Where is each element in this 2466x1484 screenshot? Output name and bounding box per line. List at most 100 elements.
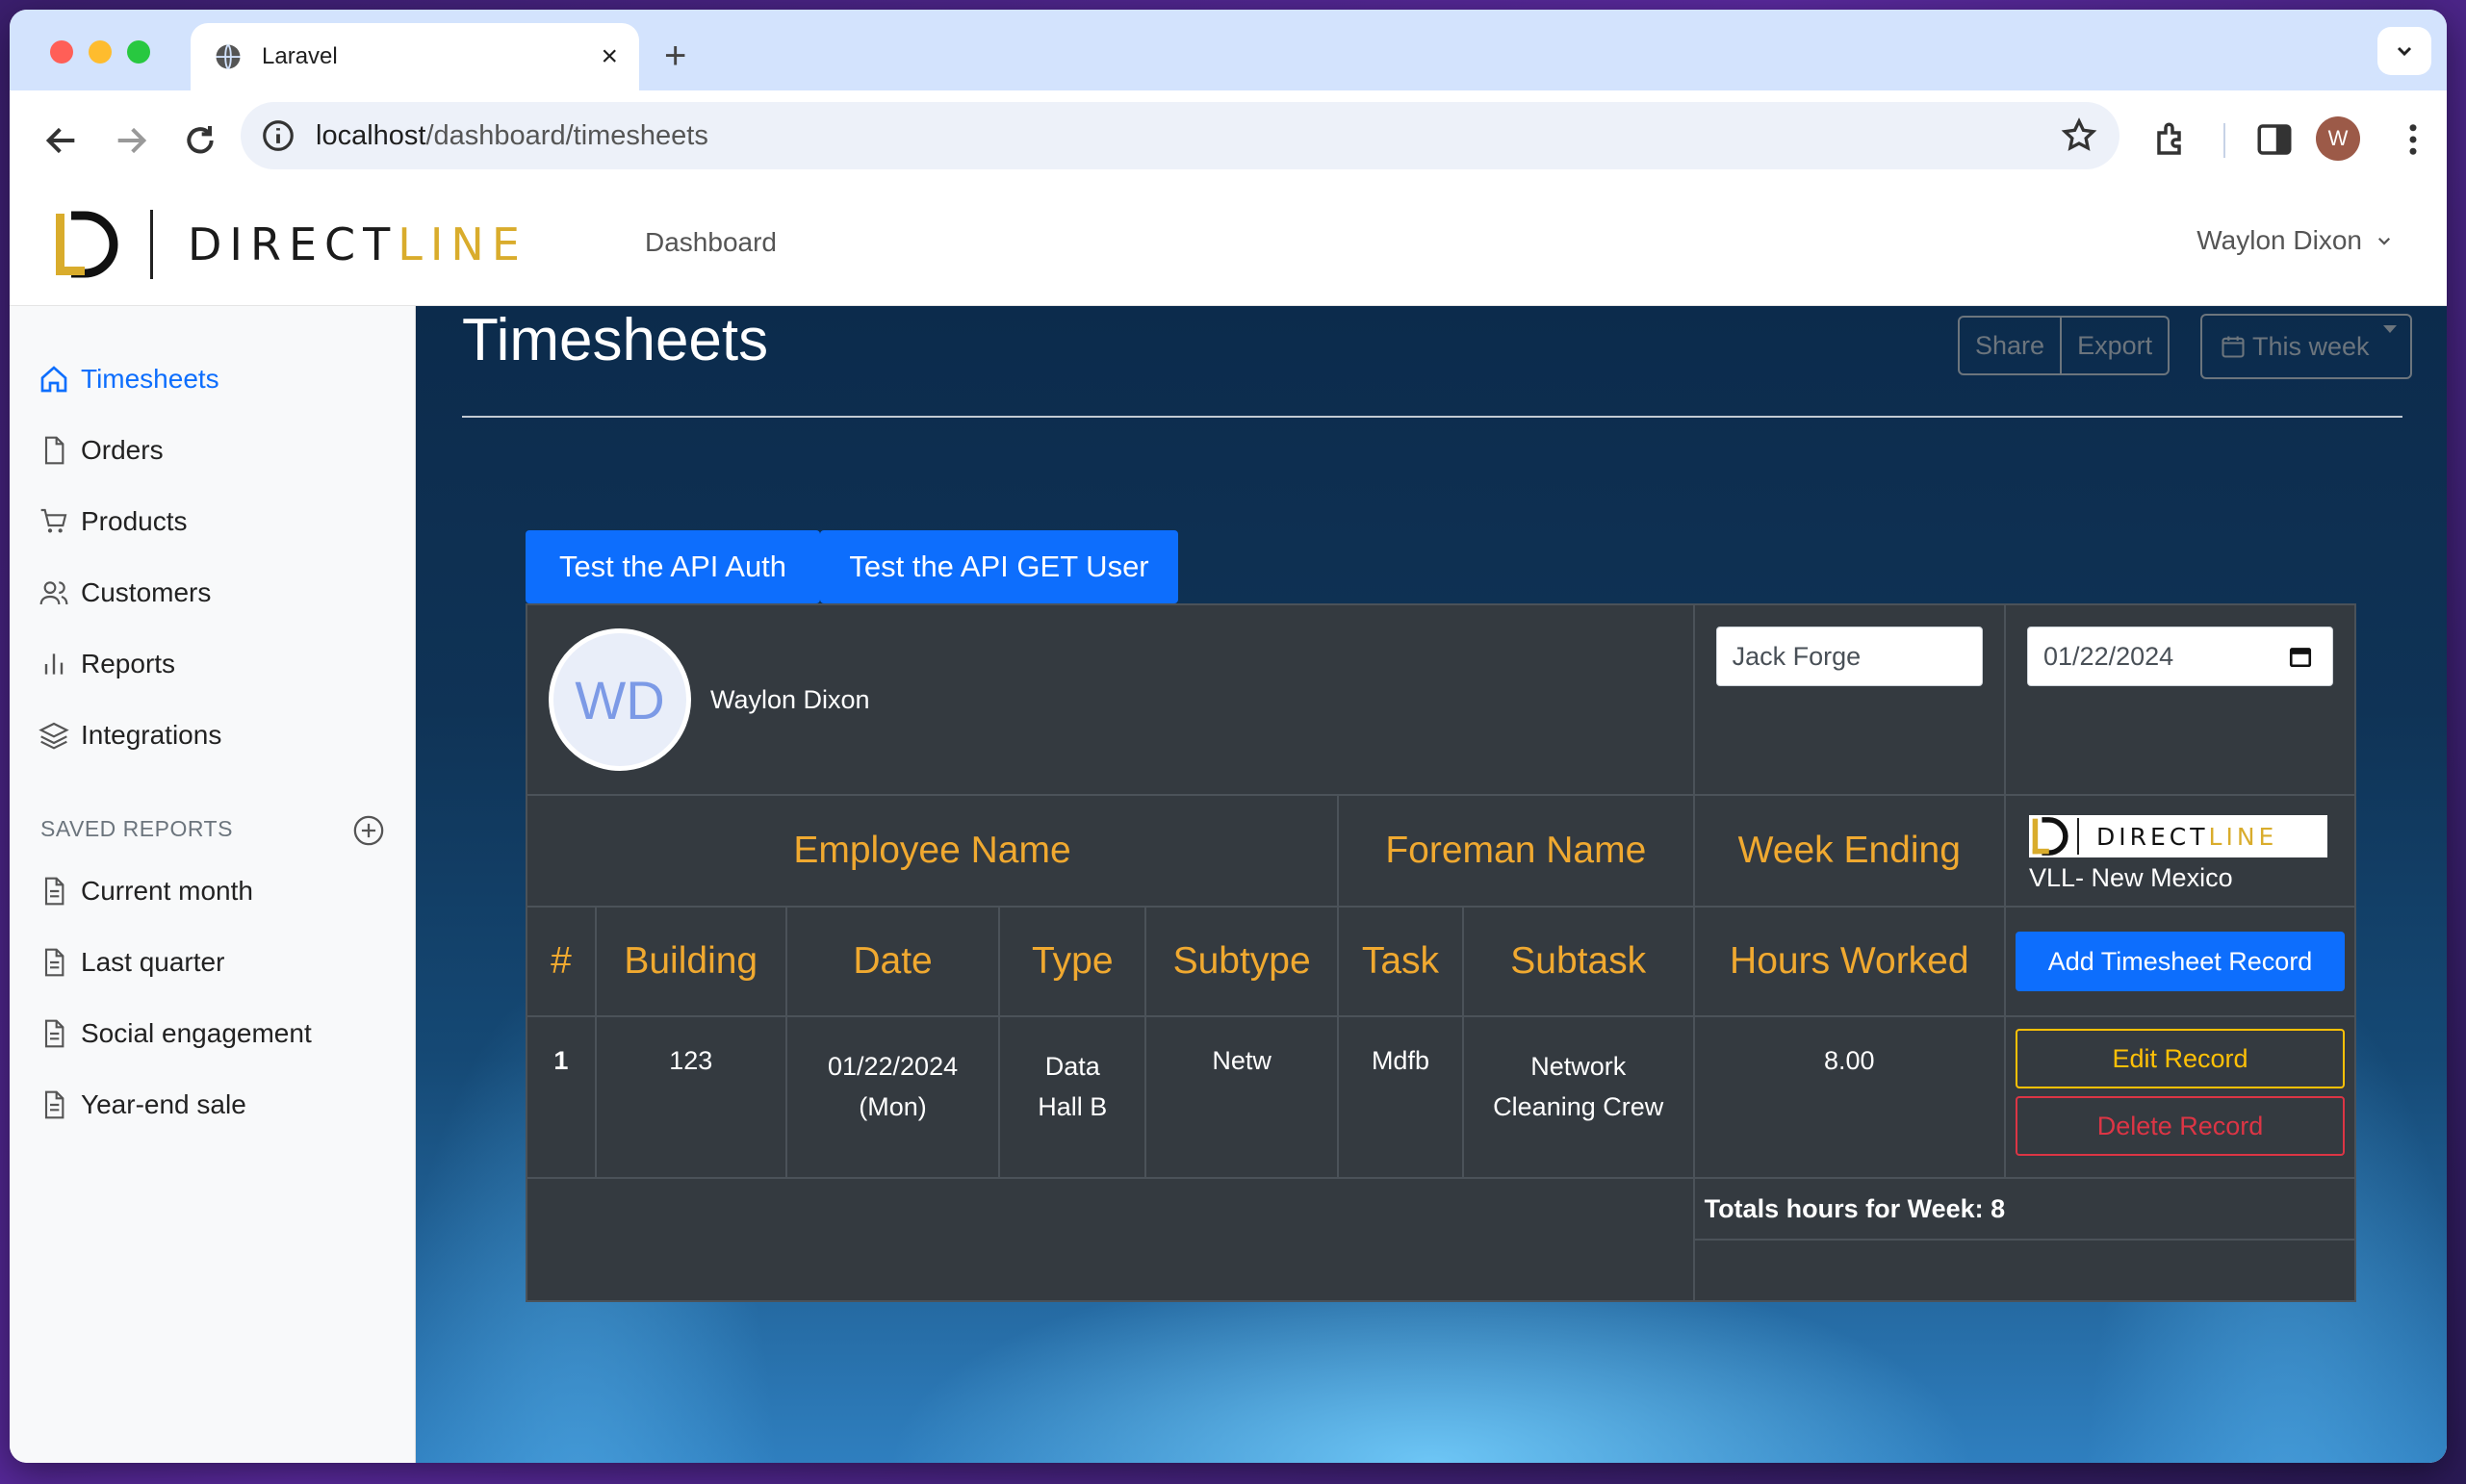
forward-arrow-icon[interactable] <box>112 121 150 160</box>
chevron-down-icon <box>2397 46 2412 57</box>
file-text-icon <box>44 1019 64 1048</box>
sidebar-item-integrations[interactable]: Integrations <box>39 720 221 751</box>
side-panel-icon[interactable] <box>2254 119 2295 160</box>
cell-subtype: Netw <box>1144 1015 1340 1179</box>
add-timesheet-record-button[interactable]: Add Timesheet Record <box>2016 932 2345 991</box>
logo-separator <box>150 210 153 279</box>
col-header-type: Type <box>998 906 1147 1017</box>
brand-name: DIRECTLINE <box>188 218 527 270</box>
new-tab-button[interactable]: + <box>664 37 686 75</box>
sidebar-item-products[interactable]: Products <box>39 506 188 537</box>
week-label: This week <box>2252 331 2370 361</box>
maximize-window-button[interactable] <box>127 40 150 64</box>
browser-tab[interactable]: Laravel × <box>191 23 639 90</box>
sidebar-item-orders[interactable]: Orders <box>39 435 164 466</box>
cell-task: Mdfb <box>1337 1015 1464 1179</box>
nav-dashboard-link[interactable]: Dashboard <box>645 227 777 258</box>
test-api-auth-button[interactable]: Test the API Auth <box>526 530 820 603</box>
timesheet-table: WD Waylon Dixon Jack Forge 01/22/2024 Em… <box>525 603 2357 1302</box>
sidebar-item-label: Products <box>81 506 188 536</box>
share-button[interactable]: Share <box>1958 316 2063 375</box>
export-button[interactable]: Export <box>2062 316 2171 375</box>
chevron-down-icon <box>2377 237 2391 245</box>
tab-close-icon[interactable]: × <box>601 42 618 71</box>
employee-cell: WD Waylon Dixon <box>526 603 1695 796</box>
sidebar-item-year-end-sale[interactable]: Year-end sale <box>39 1089 246 1120</box>
users-icon <box>39 581 68 605</box>
company-brand: DIRECTLINE <box>2096 822 2278 851</box>
sidebar-item-social-engagement[interactable]: Social engagement <box>39 1018 312 1049</box>
sidebar-item-label: Reports <box>81 649 176 678</box>
subtask-line-2: Cleaning Crew <box>1493 1092 1664 1121</box>
directline-logo[interactable]: DIRECTLINE <box>52 210 527 279</box>
footer-cell <box>1692 1239 2357 1302</box>
cell-subtask: Network Cleaning Crew <box>1461 1015 1695 1179</box>
add-circle-icon[interactable] <box>352 814 385 847</box>
back-arrow-icon[interactable] <box>42 121 81 160</box>
more-vert-icon[interactable] <box>2393 119 2433 160</box>
minimize-window-button[interactable] <box>89 40 112 64</box>
url-text: localhost/dashboard/timesheets <box>316 119 708 151</box>
employee-avatar: WD <box>549 628 691 771</box>
sidebar-item-label: Integrations <box>81 720 222 750</box>
calendar-icon[interactable] <box>2288 644 2313 669</box>
sidebar-item-timesheets[interactable]: Timesheets <box>39 364 219 395</box>
week-ending-date-input[interactable]: 01/22/2024 <box>2027 627 2333 686</box>
foreman-input[interactable]: Jack Forge <box>1715 627 1984 686</box>
globe-icon <box>216 43 241 70</box>
sidebar: Timesheets Orders Products Customers Rep… <box>10 306 416 1463</box>
directline-d-icon <box>2032 817 2068 856</box>
foreman-cell: Jack Forge <box>1692 603 2007 796</box>
layers-icon <box>39 722 69 750</box>
profile-avatar[interactable]: W <box>2316 116 2360 161</box>
sidebar-item-label: Year-end sale <box>81 1089 246 1119</box>
sidebar-item-current-month[interactable]: Current month <box>39 876 253 907</box>
test-api-get-user-button[interactable]: Test the API GET User <box>820 530 1178 603</box>
share-export-group: Share Export <box>1958 316 2171 375</box>
sidebar-item-label: Timesheets <box>81 364 219 394</box>
sidebar-item-reports[interactable]: Reports <box>39 649 175 679</box>
sidebar-item-label: Current month <box>81 876 253 906</box>
delete-record-button[interactable]: Delete Record <box>2016 1096 2345 1156</box>
week-dropdown-button[interactable]: This week <box>2200 314 2412 379</box>
toolbar-divider <box>2223 123 2225 158</box>
col-header-date: Date <box>784 906 1001 1017</box>
bar-chart-icon <box>44 653 64 675</box>
cell-date: 01/22/2024 (Mon) <box>784 1015 1001 1179</box>
week-ending-value: 01/22/2024 <box>2043 641 2174 671</box>
col-header-building: Building <box>594 906 787 1017</box>
user-menu[interactable]: Waylon Dixon <box>2196 225 2393 256</box>
reload-icon[interactable] <box>181 121 219 160</box>
sidebar-item-label: Social engagement <box>81 1018 312 1048</box>
add-record-cell: Add Timesheet Record <box>2004 906 2356 1017</box>
tab-search-button[interactable] <box>2377 27 2431 75</box>
title-divider <box>462 416 2402 418</box>
tab-strip: Laravel × + <box>10 10 2447 90</box>
totals-cell: Totals hours for Week: 8 <box>1692 1177 2357 1241</box>
company-cell: DIRECTLINE VLL- New Mexico <box>2004 794 2356 908</box>
column-header-row: # Building Date Type Subtype Task Subtas… <box>526 906 2356 1017</box>
close-window-button[interactable] <box>50 40 73 64</box>
sidebar-item-last-quarter[interactable]: Last quarter <box>39 947 224 978</box>
col-header-subtype: Subtype <box>1144 906 1340 1017</box>
extensions-icon[interactable] <box>2152 119 2193 160</box>
foreman-name-header: Foreman Name <box>1337 794 1695 908</box>
sidebar-item-customers[interactable]: Customers <box>39 577 211 608</box>
cell-actions: Edit Record Delete Record <box>2004 1015 2356 1179</box>
subtask-line-1: Network <box>1530 1052 1627 1081</box>
address-bar[interactable]: localhost/dashboard/timesheets <box>241 102 2119 169</box>
file-text-icon <box>44 1090 64 1119</box>
edit-record-button[interactable]: Edit Record <box>2016 1029 2345 1088</box>
sidebar-item-label: Last quarter <box>81 947 225 977</box>
cell-type: Data Hall B <box>998 1015 1147 1179</box>
user-name: Waylon Dixon <box>2196 225 2362 255</box>
employee-name-header: Employee Name <box>525 794 1340 908</box>
info-icon[interactable] <box>260 117 296 154</box>
tab-title: Laravel <box>262 43 338 69</box>
table-row: 1 123 01/22/2024 (Mon) Data Hall B Netw … <box>526 1015 2356 1179</box>
bookmark-star-icon[interactable] <box>2060 116 2098 155</box>
cell-hours: 8.00 <box>1692 1015 2007 1179</box>
cart-icon <box>40 508 67 533</box>
calendar-icon <box>2222 336 2245 358</box>
browser-window: Laravel × + localhost/dashboard/timeshee… <box>10 10 2447 1463</box>
